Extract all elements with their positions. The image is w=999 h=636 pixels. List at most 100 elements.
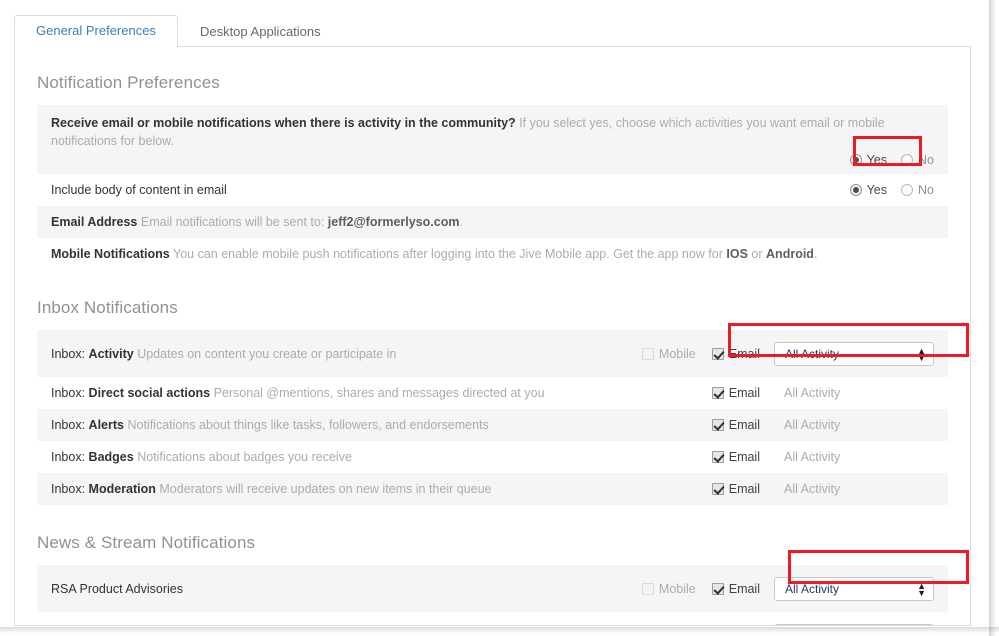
inbox-direct-social-actions-email-label: Email xyxy=(728,386,760,400)
inbox-alerts-prefix: Inbox: xyxy=(51,418,86,432)
tab-general-preferences[interactable]: General Preferences xyxy=(14,15,178,48)
section-notification-preferences: Notification Preferences Receive email o… xyxy=(37,47,948,270)
inbox-moderation-frequency-value: All Activity xyxy=(784,482,841,496)
inbox-activity-hint: Updates on content you create or partici… xyxy=(137,346,397,361)
row-mobile-notifications: Mobile Notifications You can enable mobi… xyxy=(37,238,948,270)
include-body-no-label: No xyxy=(918,183,934,197)
section-title-news-stream-notifications: News & Stream Notifications xyxy=(37,533,256,552)
row-following: Following Mobile Email xyxy=(37,612,948,625)
inbox-badges-title: Badges xyxy=(88,450,134,464)
inbox-moderation-hint: Moderators will receive updates on new i… xyxy=(159,482,492,496)
page-edge-bottom xyxy=(0,627,999,636)
rsa-product-advisories-title: RSA Product Advisories xyxy=(51,581,184,596)
tab-desktop-applications[interactable]: Desktop Applications xyxy=(178,16,343,48)
inbox-activity-email-label: Email xyxy=(728,346,760,361)
rsa-product-advisories-mobile-checkbox[interactable]: Mobile xyxy=(641,581,696,596)
rsa-product-advisories-frequency-select[interactable]: All Activity ▲ ▼ xyxy=(774,576,934,601)
row-inbox-direct-social-actions-controls: Email All Activity xyxy=(696,386,948,400)
row-inbox-badges-controls: Email All Activity xyxy=(696,450,948,464)
select-stepper-icon: ▲ ▼ xyxy=(917,580,926,598)
section-title-inbox-notifications: Inbox Notifications xyxy=(37,298,178,317)
receive-notifications-yes-label: Yes xyxy=(866,153,888,167)
row-receive-notifications-controls: Yes No xyxy=(37,153,948,167)
section-news-stream-notifications: News & Stream Notifications RSA Product … xyxy=(37,505,948,625)
tab-bar: General Preferences Desktop Applications xyxy=(14,15,343,48)
mobile-notifications-hint-suffix: . xyxy=(813,247,818,261)
following-frequency-select[interactable]: Once-a-week summary ▲▼ xyxy=(774,623,934,625)
radio-checked-icon xyxy=(849,154,862,166)
include-body-title: Include body of content in email xyxy=(51,183,227,197)
inbox-alerts-hint: Notifications about things like tasks, f… xyxy=(127,418,489,432)
checkbox-checked-icon xyxy=(711,483,724,495)
inbox-direct-social-actions-email-checkbox[interactable]: Email xyxy=(711,386,760,400)
row-mobile-notifications-label: Mobile Notifications You can enable mobi… xyxy=(37,245,827,263)
inbox-moderation-prefix: Inbox: xyxy=(51,482,86,496)
inbox-activity-mobile-checkbox[interactable]: Mobile xyxy=(641,346,696,361)
row-inbox-alerts: Inbox: Alerts Notifications about things… xyxy=(37,409,948,441)
inbox-badges-frequency-value: All Activity xyxy=(784,450,841,464)
row-rsa-product-advisories-controls: Mobile Email All Activity ▲ ▼ xyxy=(626,576,948,601)
row-rsa-product-advisories: RSA Product Advisories Mobile Email All … xyxy=(37,565,948,612)
rsa-product-advisories-frequency-value: All Activity xyxy=(785,581,840,596)
row-include-body-label: Include body of content in email xyxy=(37,181,237,199)
mobile-notifications-title: Mobile Notifications xyxy=(51,247,170,261)
row-rsa-product-advisories-label: RSA Product Advisories xyxy=(37,580,193,598)
rsa-product-advisories-mobile-label: Mobile xyxy=(658,581,696,596)
row-following-controls: Mobile Email Once-a-week summary ▲▼ xyxy=(626,623,948,625)
receive-notifications-yes[interactable]: Yes xyxy=(849,153,888,167)
row-include-body-controls: Yes No xyxy=(836,183,948,197)
row-inbox-alerts-label: Inbox: Alerts Notifications about things… xyxy=(37,416,499,434)
mobile-notifications-hint-middle: or xyxy=(751,247,763,261)
radio-unchecked-icon xyxy=(901,184,914,196)
row-inbox-badges-label: Inbox: Badges Notifications about badges… xyxy=(37,448,362,466)
checkbox-checked-icon xyxy=(711,387,724,399)
mobile-notifications-ios-link[interactable]: IOS xyxy=(726,247,748,261)
row-inbox-badges: Inbox: Badges Notifications about badges… xyxy=(37,441,948,473)
inbox-direct-social-actions-prefix: Inbox: xyxy=(51,386,86,400)
row-inbox-moderation-label: Inbox: Moderation Moderators will receiv… xyxy=(37,480,502,498)
inbox-activity-frequency-select[interactable]: All Activity ▲ ▼ xyxy=(774,341,934,366)
email-address-value: jeff2@formerlyso.com xyxy=(327,215,460,229)
inbox-moderation-email-label: Email xyxy=(728,482,760,496)
checkbox-checked-icon xyxy=(711,582,724,595)
radio-checked-icon xyxy=(849,184,862,196)
receive-notifications-radio-group: Yes No xyxy=(836,153,934,167)
row-inbox-activity-controls: Mobile Email All Activity ▲ ▼ xyxy=(626,341,948,366)
row-inbox-moderation-controls: Email All Activity xyxy=(696,482,948,496)
inbox-moderation-title: Moderation xyxy=(88,482,156,496)
include-body-yes[interactable]: Yes xyxy=(849,183,888,197)
inbox-activity-prefix: Inbox: xyxy=(51,346,86,361)
mobile-notifications-hint-prefix: You can enable mobile push notifications… xyxy=(173,247,723,261)
rsa-product-advisories-email-label: Email xyxy=(728,581,760,596)
include-body-yes-label: Yes xyxy=(866,183,888,197)
inbox-badges-email-label: Email xyxy=(728,450,760,464)
inbox-direct-social-actions-hint: Personal @mentions, shares and messages … xyxy=(213,386,545,400)
inbox-alerts-email-checkbox[interactable]: Email xyxy=(711,418,760,432)
receive-notifications-no-label: No xyxy=(918,153,934,167)
row-include-body: Include body of content in email Yes No xyxy=(37,174,948,206)
select-stepper-icon: ▲ ▼ xyxy=(917,345,926,363)
receive-notifications-no[interactable]: No xyxy=(901,153,934,167)
row-inbox-activity: Inbox: Activity Updates on content you c… xyxy=(37,330,948,377)
email-address-hint-suffix: . xyxy=(459,215,463,229)
email-address-hint-prefix: Email notifications will be sent to: xyxy=(140,215,325,229)
include-body-no[interactable]: No xyxy=(901,183,934,197)
row-receive-notifications-label: Receive email or mobile notifications wh… xyxy=(37,114,948,150)
checkbox-checked-icon xyxy=(711,419,724,431)
row-email-address-label: Email Address Email notifications will b… xyxy=(37,213,473,231)
inbox-badges-email-checkbox[interactable]: Email xyxy=(711,450,760,464)
inbox-alerts-frequency-value: All Activity xyxy=(784,418,841,432)
mobile-notifications-android-link[interactable]: Android xyxy=(766,247,814,261)
row-inbox-alerts-controls: Email All Activity xyxy=(696,418,948,432)
inbox-alerts-email-label: Email xyxy=(728,418,760,432)
email-address-title: Email Address xyxy=(51,215,138,229)
inbox-direct-social-actions-frequency-value: All Activity xyxy=(784,386,841,400)
rsa-product-advisories-email-checkbox[interactable]: Email xyxy=(711,581,760,596)
inbox-badges-hint: Notifications about badges you receive xyxy=(137,450,352,464)
preferences-panel: Notification Preferences Receive email o… xyxy=(14,46,971,626)
inbox-moderation-email-checkbox[interactable]: Email xyxy=(711,482,760,496)
inbox-activity-email-checkbox[interactable]: Email xyxy=(711,346,760,361)
inbox-activity-title: Activity xyxy=(88,346,134,361)
inbox-alerts-title: Alerts xyxy=(88,418,124,432)
inbox-activity-mobile-label: Mobile xyxy=(658,346,696,361)
